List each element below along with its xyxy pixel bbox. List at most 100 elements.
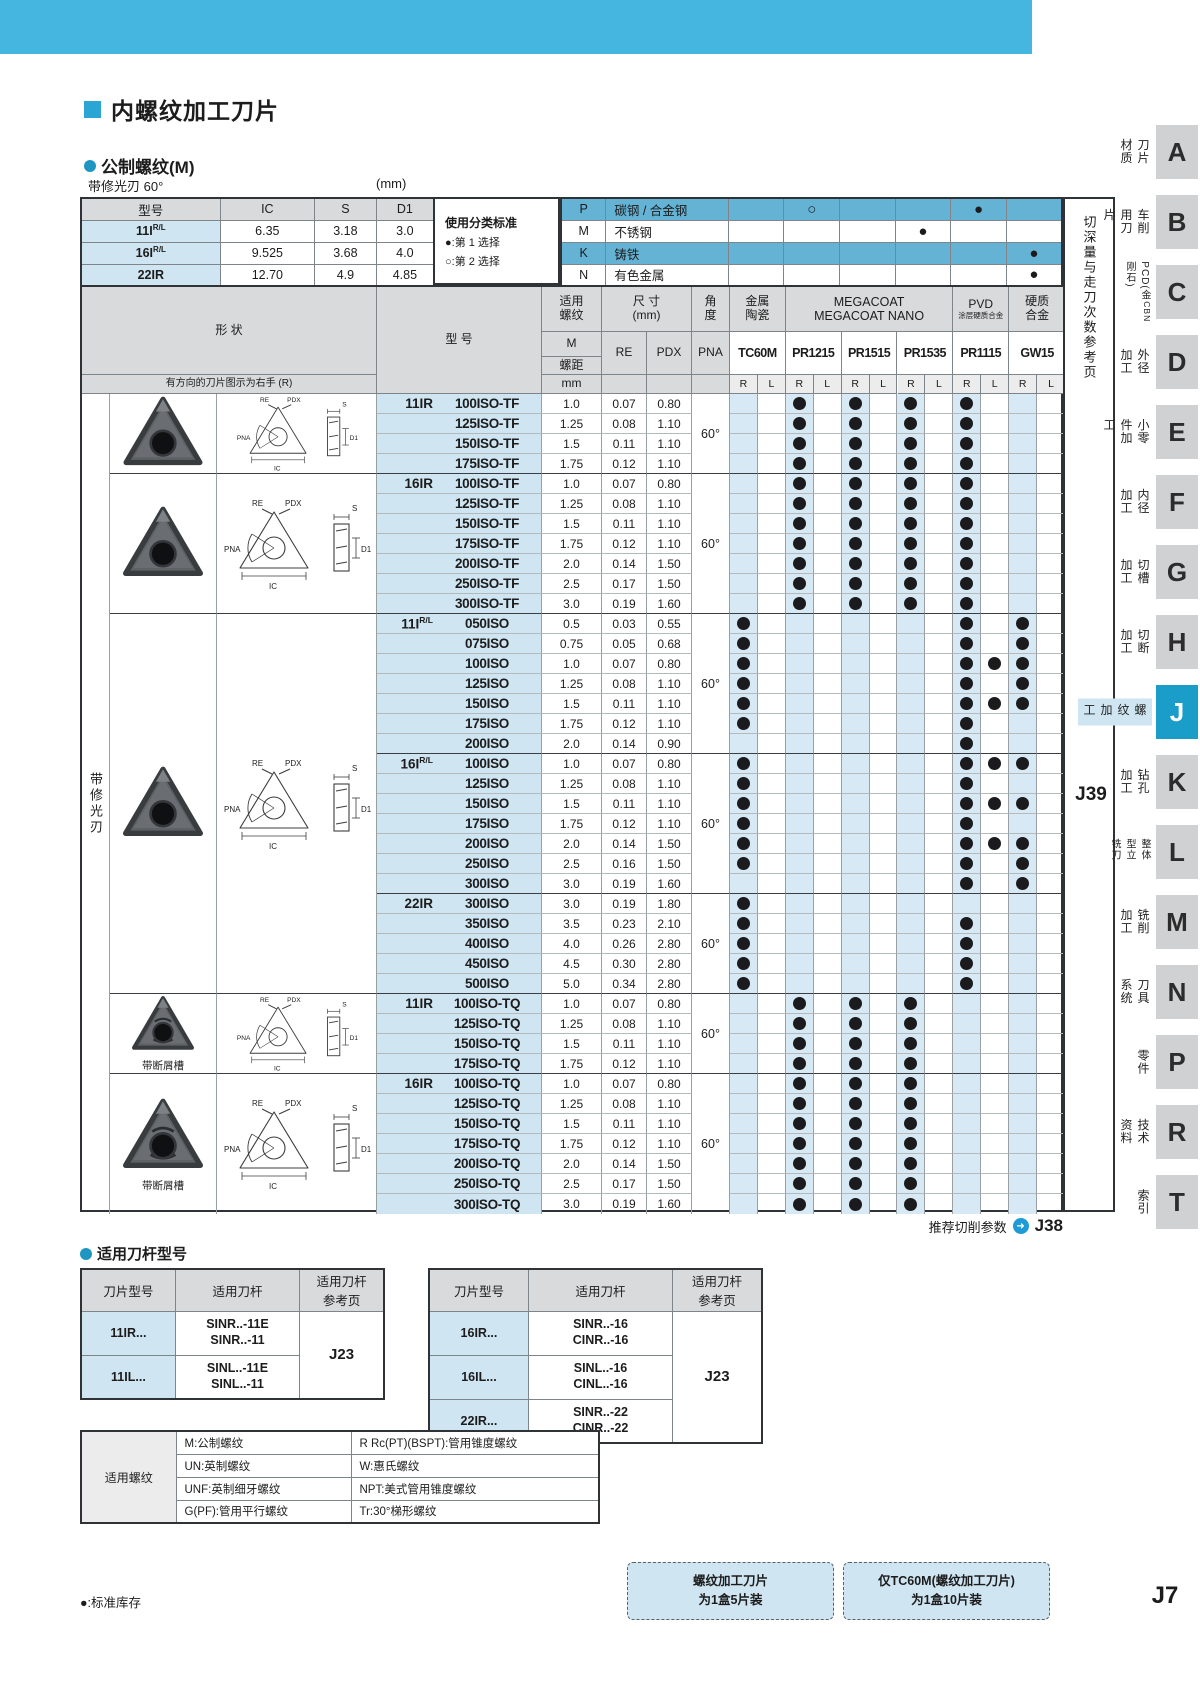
svg-text:RE: RE bbox=[252, 1099, 263, 1108]
availability-cell bbox=[869, 1034, 898, 1054]
first-choice-dot bbox=[792, 497, 806, 510]
model-name: 350ISO bbox=[465, 916, 509, 931]
availability-cell bbox=[981, 834, 1010, 854]
model-name: 175ISO-TF bbox=[454, 536, 520, 551]
first-choice-dot bbox=[1016, 617, 1030, 630]
availability-cell bbox=[953, 614, 982, 634]
availability-cell bbox=[981, 774, 1010, 794]
availability-cell bbox=[1009, 814, 1037, 834]
availability-cell bbox=[869, 394, 898, 414]
availability-cell bbox=[730, 614, 758, 634]
availability-cell bbox=[897, 974, 926, 994]
pdx-cell: 1.50 bbox=[647, 854, 692, 874]
availability-cell bbox=[981, 1114, 1010, 1134]
model-cell: 16IR 100ISO-TQ bbox=[377, 1074, 542, 1094]
material-mark-cell bbox=[839, 241, 896, 265]
pitch-cell: 3.5 bbox=[542, 914, 602, 934]
availability-cell bbox=[841, 934, 870, 954]
model-name: 200ISO bbox=[465, 736, 509, 751]
sidebar-tab-letter: R bbox=[1156, 1105, 1198, 1159]
availability-cell bbox=[953, 1054, 982, 1074]
availability-cell bbox=[841, 414, 870, 434]
angle-cell: 60° bbox=[692, 754, 730, 894]
header-line: 适用刀杆 bbox=[575, 1284, 626, 1299]
insert-selection-table: 形 状有方向的刀片图示为右手 (R) 型 号 适用 螺纹 M 螺距 mm 尺 寸 (mm) RE P… bbox=[80, 285, 1065, 1214]
svg-text:D1: D1 bbox=[349, 1035, 358, 1042]
availability-cell bbox=[925, 454, 954, 474]
legend-item-cell: G(PF):管用平行螺纹 bbox=[175, 1499, 352, 1524]
availability-cell bbox=[1009, 1174, 1037, 1194]
availability-cell bbox=[841, 1094, 870, 1114]
rl-header: L bbox=[1037, 375, 1065, 394]
availability-cell bbox=[925, 614, 954, 634]
pdx-cell: 1.10 bbox=[647, 674, 692, 694]
pdx-cell: 1.60 bbox=[647, 594, 692, 614]
availability-cell bbox=[730, 714, 758, 734]
first-choice-dot bbox=[792, 537, 806, 550]
availability-cell bbox=[897, 1114, 926, 1134]
first-choice-dot bbox=[848, 1197, 862, 1211]
spec-d1-cell: 3.0 bbox=[375, 219, 435, 243]
first-choice-dot bbox=[960, 637, 974, 650]
table-header: 形 状有方向的刀片图示为右手 (R) 型 号 适用 螺纹 M 螺距 mm 尺 寸 (mm) RE P… bbox=[82, 287, 1065, 394]
holder-header-cell: 适用刀杆 参考页 bbox=[672, 1268, 763, 1312]
model-prefix: 16IR/L bbox=[400, 755, 433, 772]
circle-bullet-icon bbox=[84, 159, 96, 172]
availability-cell bbox=[813, 934, 842, 954]
availability-cell bbox=[869, 894, 898, 914]
availability-cell bbox=[1036, 714, 1065, 734]
availability-cell bbox=[925, 1194, 954, 1214]
availability-cell bbox=[1036, 974, 1065, 994]
svg-text:RE: RE bbox=[252, 759, 263, 768]
holder-code: SINL..-11E bbox=[206, 1361, 269, 1376]
availability-cell bbox=[757, 654, 786, 674]
header-text: PVD bbox=[968, 296, 994, 311]
material-mark-cell: ● bbox=[1005, 241, 1063, 265]
availability-cell bbox=[897, 1194, 926, 1214]
availability-cell bbox=[897, 694, 926, 714]
availability-cell bbox=[841, 534, 870, 554]
availability-cell bbox=[841, 694, 870, 714]
recommended-parameters-note: 推荐切削参数 ➜ J38 bbox=[700, 1216, 1063, 1236]
availability-cell bbox=[869, 854, 898, 874]
re-cell: 0.11 bbox=[602, 1034, 647, 1054]
pdx-cell: 1.50 bbox=[647, 1154, 692, 1174]
header-text: (mm) bbox=[632, 308, 661, 322]
model-cell: 125ISO-TQ bbox=[377, 1014, 542, 1034]
sidebar-tab-letter: N bbox=[1156, 965, 1198, 1019]
availability-cell bbox=[813, 994, 842, 1014]
model-name: 450ISO bbox=[465, 956, 509, 971]
first-choice-dot bbox=[736, 797, 750, 810]
model-header: 型 号 bbox=[377, 287, 542, 394]
model-cell: 150ISO bbox=[377, 794, 542, 814]
holder-ref-cell: J23 bbox=[672, 1310, 763, 1444]
model-prefix: 11IR bbox=[405, 396, 433, 411]
header-text: R bbox=[739, 377, 748, 390]
pdx-cell: 1.10 bbox=[647, 1134, 692, 1154]
svg-text:RE: RE bbox=[259, 397, 269, 404]
model-name: 200ISO bbox=[465, 836, 509, 851]
availability-cell bbox=[730, 974, 758, 994]
availability-cell bbox=[925, 1134, 954, 1154]
availability-cell bbox=[1036, 654, 1065, 674]
material-code-cell: P bbox=[560, 197, 607, 221]
availability-cell bbox=[897, 454, 926, 474]
material-name-cell: 铸铁 bbox=[605, 241, 729, 265]
pack1-line2: 为1盒5片装 bbox=[698, 1593, 763, 1607]
availability-cell bbox=[897, 674, 926, 694]
availability-cell bbox=[814, 1194, 842, 1214]
availability-cell bbox=[757, 694, 786, 714]
rl-header: R bbox=[730, 375, 758, 394]
re-cell: 0.07 bbox=[602, 994, 647, 1014]
model-cell: 350ISO bbox=[377, 914, 542, 934]
first-choice-dot bbox=[848, 597, 862, 610]
availability-cell bbox=[757, 894, 786, 914]
availability-cell bbox=[897, 834, 926, 854]
first-choice-dot bbox=[1016, 657, 1030, 670]
availability-cell bbox=[1009, 914, 1037, 934]
first-choice-dot bbox=[960, 737, 974, 750]
svg-text:S: S bbox=[352, 764, 357, 773]
availability-cell bbox=[1036, 674, 1065, 694]
availability-cell bbox=[925, 674, 954, 694]
first-choice-dot bbox=[960, 537, 974, 550]
